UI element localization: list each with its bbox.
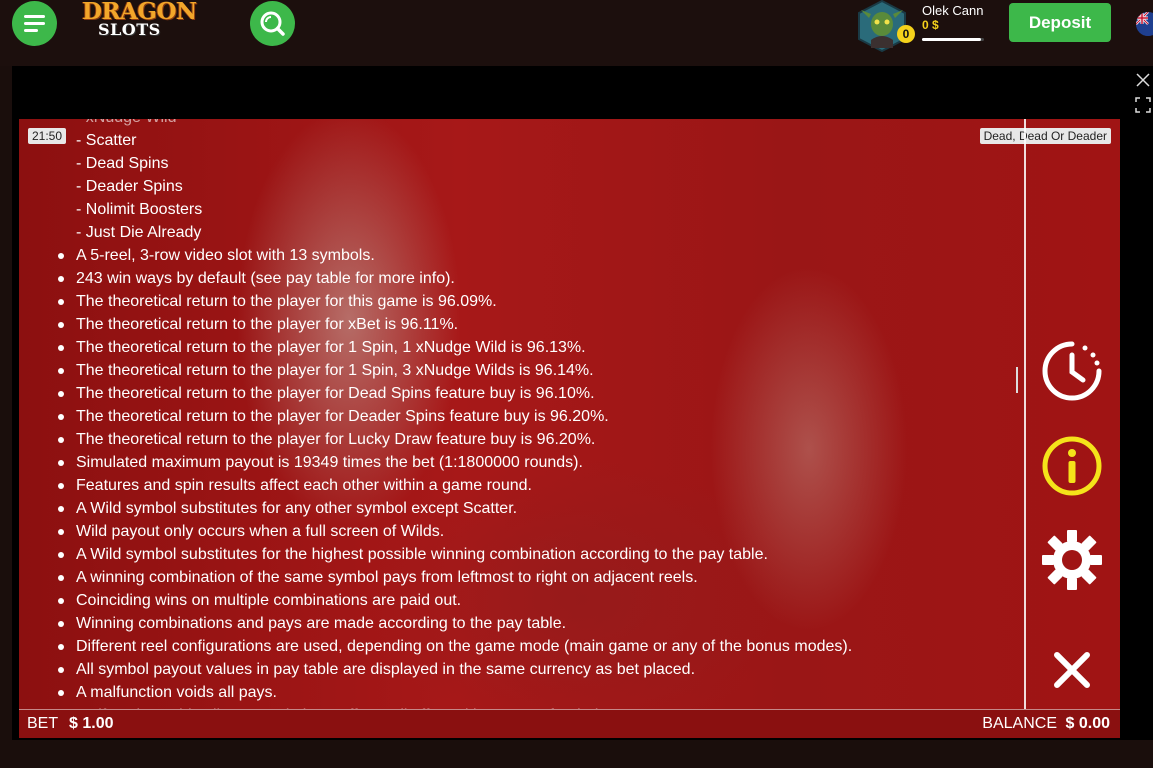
menu-button[interactable] bbox=[12, 1, 57, 46]
info-icon bbox=[1042, 436, 1102, 496]
rules-bullet-item: A malfunction voids all pays. bbox=[56, 681, 1016, 704]
logo[interactable]: DRAGON SLOTS bbox=[80, 0, 197, 44]
top-bar: DRAGON SLOTS 0 Olek Cann 0 $ Deposit bbox=[0, 0, 1153, 66]
rules-bullet-item: The theoretical return to the player for… bbox=[56, 359, 1016, 382]
logo-text-bottom: SLOTS bbox=[98, 20, 161, 39]
rules-bullet-item: 243 win ways by default (see pay table f… bbox=[56, 267, 1016, 290]
level-progress-fill bbox=[922, 38, 981, 41]
rules-bullet-item: Wild payout only occurs when a full scre… bbox=[56, 520, 1016, 543]
rules-bullet-item: The theoretical return to the player for… bbox=[56, 382, 1016, 405]
balance-value: $ 0.00 bbox=[1065, 715, 1110, 732]
scroll-track bbox=[1024, 119, 1026, 709]
rules-bullet-item: The theoretical return to the player for… bbox=[56, 290, 1016, 313]
rules-bullet-item: The theoretical return to the player for… bbox=[56, 336, 1016, 359]
bet-label: BET bbox=[27, 715, 59, 732]
rules-panel[interactable]: - xNudge Wild - Scatter - Dead Spins - Dead… bbox=[56, 119, 1016, 709]
deposit-button[interactable]: Deposit bbox=[1009, 3, 1111, 42]
rules-bullet-item: Features and spin results affect each ot… bbox=[56, 474, 1016, 497]
bet-value[interactable]: $ 1.00 bbox=[69, 715, 113, 733]
game-clock: 21:50 bbox=[28, 128, 67, 144]
history-clock-icon bbox=[1042, 341, 1102, 401]
rules-bullet-item: A winning combination of the same symbol… bbox=[56, 566, 1016, 589]
game-canvas[interactable]: - xNudge Wild - Scatter - Dead Spins - Dead… bbox=[19, 119, 1120, 738]
close-icon bbox=[1054, 652, 1090, 688]
account-balance: 0 $ bbox=[922, 18, 939, 32]
rules-sub-item: - Nolimit Boosters bbox=[76, 201, 203, 218]
rules-bullet-item: A Wild symbol substitutes for the highes… bbox=[56, 543, 1016, 566]
game-title: Dead, Dead Or Deader bbox=[979, 128, 1111, 144]
gear-icon bbox=[1042, 530, 1102, 590]
rules-bullet-item: Simulated maximum payout is 19349 times … bbox=[56, 451, 1016, 474]
fullscreen-icon[interactable] bbox=[1135, 97, 1151, 113]
settings-button[interactable] bbox=[1041, 529, 1103, 591]
level-progress-bar bbox=[922, 38, 984, 41]
rules-sub-item: - Scatter bbox=[76, 132, 137, 149]
search-button[interactable] bbox=[250, 1, 295, 46]
rules-sub-item: - xNudge Wild bbox=[56, 119, 1016, 129]
history-button[interactable] bbox=[1041, 340, 1103, 402]
avatar[interactable]: 0 bbox=[855, 0, 915, 53]
rules-bullet-item: Winning combinations and pays are made a… bbox=[56, 612, 1016, 635]
username[interactable]: Olek Cann bbox=[922, 3, 983, 18]
close-rules-button[interactable] bbox=[1041, 639, 1103, 701]
rules-bullet-item: All symbol payout values in pay table ar… bbox=[56, 658, 1016, 681]
rules-sub-item: - Deader Spins bbox=[76, 178, 183, 195]
rules-sub-item: - Just Die Already bbox=[76, 224, 202, 241]
rules-bullet-item: Coinciding wins on multiple combinations… bbox=[56, 589, 1016, 612]
rules-bullet-item: Different reel configurations are used, … bbox=[56, 635, 1016, 658]
rules-bullet-item: A Wild symbol substitutes for any other … bbox=[56, 497, 1016, 520]
info-button[interactable] bbox=[1041, 435, 1103, 497]
rules-bullet-item: The theoretical return to the player for… bbox=[56, 405, 1016, 428]
search-icon bbox=[260, 11, 285, 36]
bottom-bar: BET $ 1.00 BALANCE $ 0.00 bbox=[19, 709, 1120, 738]
rules-bullet-item: The theoretical return to the player for… bbox=[56, 428, 1016, 451]
level-badge: 0 bbox=[897, 25, 915, 43]
rules-bullet-item: The theoretical return to the player for… bbox=[56, 313, 1016, 336]
language-flag-icon[interactable] bbox=[1136, 12, 1153, 36]
balance-label: BALANCE bbox=[982, 715, 1057, 732]
scrollbar-thumb[interactable] bbox=[1016, 367, 1018, 393]
rules-bullet-item: A 5-reel, 3-row video slot with 13 symbo… bbox=[56, 244, 1016, 267]
close-icon[interactable] bbox=[1135, 72, 1151, 88]
rules-sub-item: - Dead Spins bbox=[76, 155, 169, 172]
